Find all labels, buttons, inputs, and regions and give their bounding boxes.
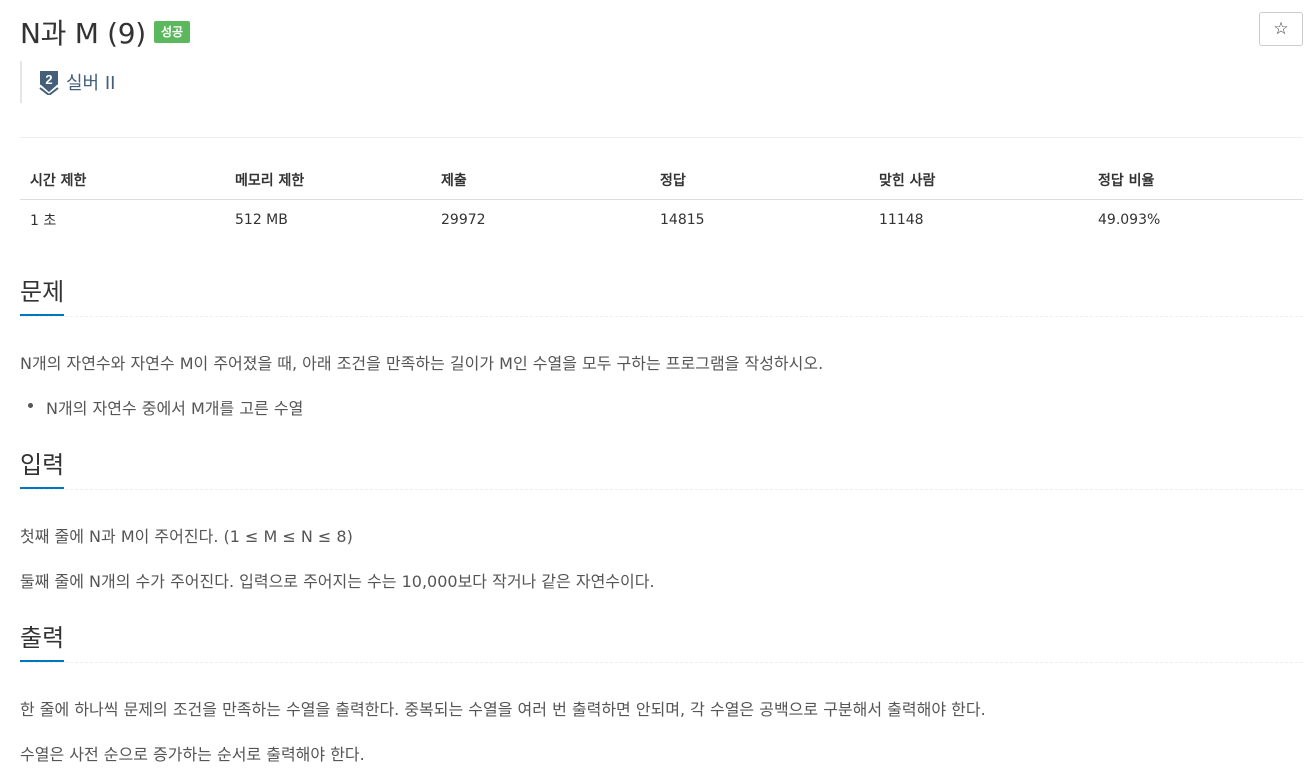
- info-value-ratio: 49.093%: [1098, 212, 1161, 228]
- output-line-1: 한 줄에 하나씩 문제의 조건을 만족하는 수열을 출력한다. 중복되는 수열을…: [20, 700, 986, 719]
- input-section-header: 입력: [20, 451, 1303, 490]
- info-value-time-limit: 1 초: [30, 213, 57, 229]
- input-line-1: 첫째 줄에 N과 M이 주어진다. (1 ≤ M ≤ N ≤ 8): [20, 527, 353, 546]
- info-header-accepted: 정답: [650, 160, 869, 200]
- input-line-2: 둘째 줄에 N개의 수가 주어진다. 입력으로 주어지는 수는 10,000보다…: [20, 572, 655, 591]
- output-title: 출력: [20, 624, 65, 662]
- output-section-header: 출력: [20, 624, 1303, 663]
- info-header-ratio: 정답 비율: [1088, 160, 1303, 200]
- problem-info-table: 시간 제한 메모리 제한 제출 정답 맞힌 사람 정답 비율 1 초 512 M…: [20, 160, 1303, 240]
- info-header-submissions: 제출: [431, 160, 650, 200]
- status-badge: 성공: [153, 21, 191, 43]
- info-value-row: 1 초 512 MB 29972 14815 11148 49.093%: [20, 200, 1303, 241]
- description-section-header: 문제: [20, 278, 1303, 317]
- star-icon: ☆: [1273, 19, 1289, 39]
- title-row: N과 M (9) 성공: [20, 12, 191, 52]
- tier-badge-icon: 2: [38, 69, 60, 97]
- info-header-row: 시간 제한 메모리 제한 제출 정답 맞힌 사람 정답 비율: [20, 160, 1303, 200]
- info-value-memory-limit: 512 MB: [235, 212, 288, 228]
- problem-title: N과 M (9): [20, 17, 146, 50]
- tier-info: 2 실버 II: [20, 61, 115, 103]
- description-text: N개의 자연수와 자연수 M이 주어졌을 때, 아래 조건을 만족하는 길이가 …: [20, 354, 824, 373]
- info-value-solved-users[interactable]: 11148: [869, 200, 1088, 241]
- description-bullet: N개의 자연수 중에서 M개를 고른 수열: [27, 395, 303, 419]
- description-title: 문제: [20, 278, 65, 316]
- info-header-time-limit: 시간 제한: [20, 160, 225, 200]
- tier-number: 2: [45, 72, 52, 87]
- divider: [20, 137, 1303, 138]
- output-line-2: 수열은 사전 순으로 증가하는 순서로 출력해야 한다.: [20, 745, 365, 764]
- info-value-submissions[interactable]: 29972: [431, 200, 650, 241]
- info-header-solved-users: 맞힌 사람: [869, 160, 1088, 200]
- favorite-button[interactable]: ☆: [1259, 12, 1303, 46]
- info-value-accepted[interactable]: 14815: [650, 200, 869, 241]
- info-header-memory-limit: 메모리 제한: [225, 160, 431, 200]
- input-title: 입력: [20, 451, 65, 489]
- tier-label[interactable]: 실버 II: [66, 69, 115, 95]
